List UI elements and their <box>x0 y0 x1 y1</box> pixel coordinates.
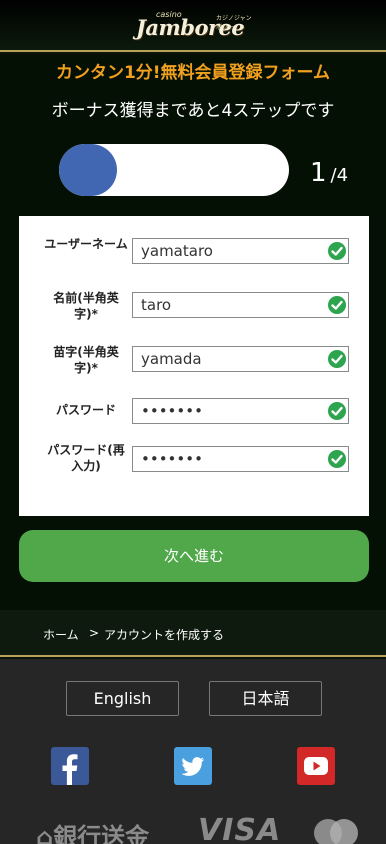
form-row-last-name: 苗字(半角英字)* yamada <box>19 344 369 384</box>
first-name-input[interactable]: taro <box>132 292 349 318</box>
youtube-icon[interactable] <box>297 747 335 785</box>
password-input[interactable]: ••••••• <box>132 398 349 424</box>
password-confirm-label: パスワード(再入力) <box>47 443 125 473</box>
language-japanese-button[interactable]: 日本語 <box>209 681 322 716</box>
check-icon <box>328 450 346 468</box>
last-name-label: 苗字(半角英字)* <box>53 345 119 375</box>
progress-fill <box>59 144 117 196</box>
mastercard-logo <box>314 819 358 844</box>
progress-bar <box>59 144 289 196</box>
form-row-username: ユーザーネーム yamataro <box>19 236 369 276</box>
registration-form: ユーザーネーム yamataro 名前(半角英字)* taro 苗字(半角英字)… <box>19 216 369 516</box>
breadcrumb: ホーム > アカウントを作成する <box>0 610 386 657</box>
check-icon <box>328 296 346 314</box>
next-button[interactable]: 次へ進む <box>19 530 369 582</box>
username-input[interactable]: yamataro <box>132 238 349 264</box>
step-counter: 1/4 <box>310 158 348 188</box>
breadcrumb-separator: > <box>89 626 100 640</box>
step-total: /4 <box>330 165 349 186</box>
password-confirm-input[interactable]: ••••••• <box>132 446 349 472</box>
breadcrumb-current: アカウントを作成する <box>104 628 225 642</box>
check-icon <box>328 242 346 260</box>
step-current: 1 <box>310 158 327 188</box>
casino-logo[interactable]: casino Jamboree カジノジャンボリー <box>136 10 252 40</box>
visa-logo: VISA <box>198 813 282 844</box>
form-row-first-name: 名前(半角英字)* taro <box>19 290 369 330</box>
last-name-input[interactable]: yamada <box>132 346 349 372</box>
breadcrumb-home[interactable]: ホーム <box>43 626 79 643</box>
site-footer: English 日本語 ⌂銀行送金 VISA <box>0 659 386 844</box>
bank-icon: ⌂ <box>36 823 54 844</box>
check-icon <box>328 402 346 420</box>
twitter-icon[interactable] <box>174 747 212 785</box>
bank-transfer-logo: ⌂銀行送金 <box>36 817 149 844</box>
password-label: パスワード <box>55 403 116 417</box>
logo-kana-text: カジノジャンボリー <box>216 15 252 31</box>
form-subtitle: ボーナス獲得まであと4ステップです <box>51 101 335 121</box>
language-english-button[interactable]: English <box>66 681 179 716</box>
form-title: カンタン1分!無料会員登録フォーム <box>55 63 331 83</box>
form-row-password-confirm: パスワード(再入力) ••••••• <box>19 442 369 482</box>
mastercard-circle-right <box>330 819 358 844</box>
site-header: casino Jamboree カジノジャンボリー <box>0 0 386 52</box>
first-name-label: 名前(半角英字)* <box>53 291 119 321</box>
facebook-icon[interactable] <box>51 747 89 785</box>
username-label: ユーザーネーム <box>44 237 128 251</box>
form-row-password: パスワード ••••••• <box>19 398 369 438</box>
bank-transfer-text: 銀行送金 <box>53 823 150 844</box>
registration-section: カンタン1分!無料会員登録フォーム ボーナス獲得まであと4ステップです 1/4 … <box>0 54 386 610</box>
check-icon <box>328 350 346 368</box>
